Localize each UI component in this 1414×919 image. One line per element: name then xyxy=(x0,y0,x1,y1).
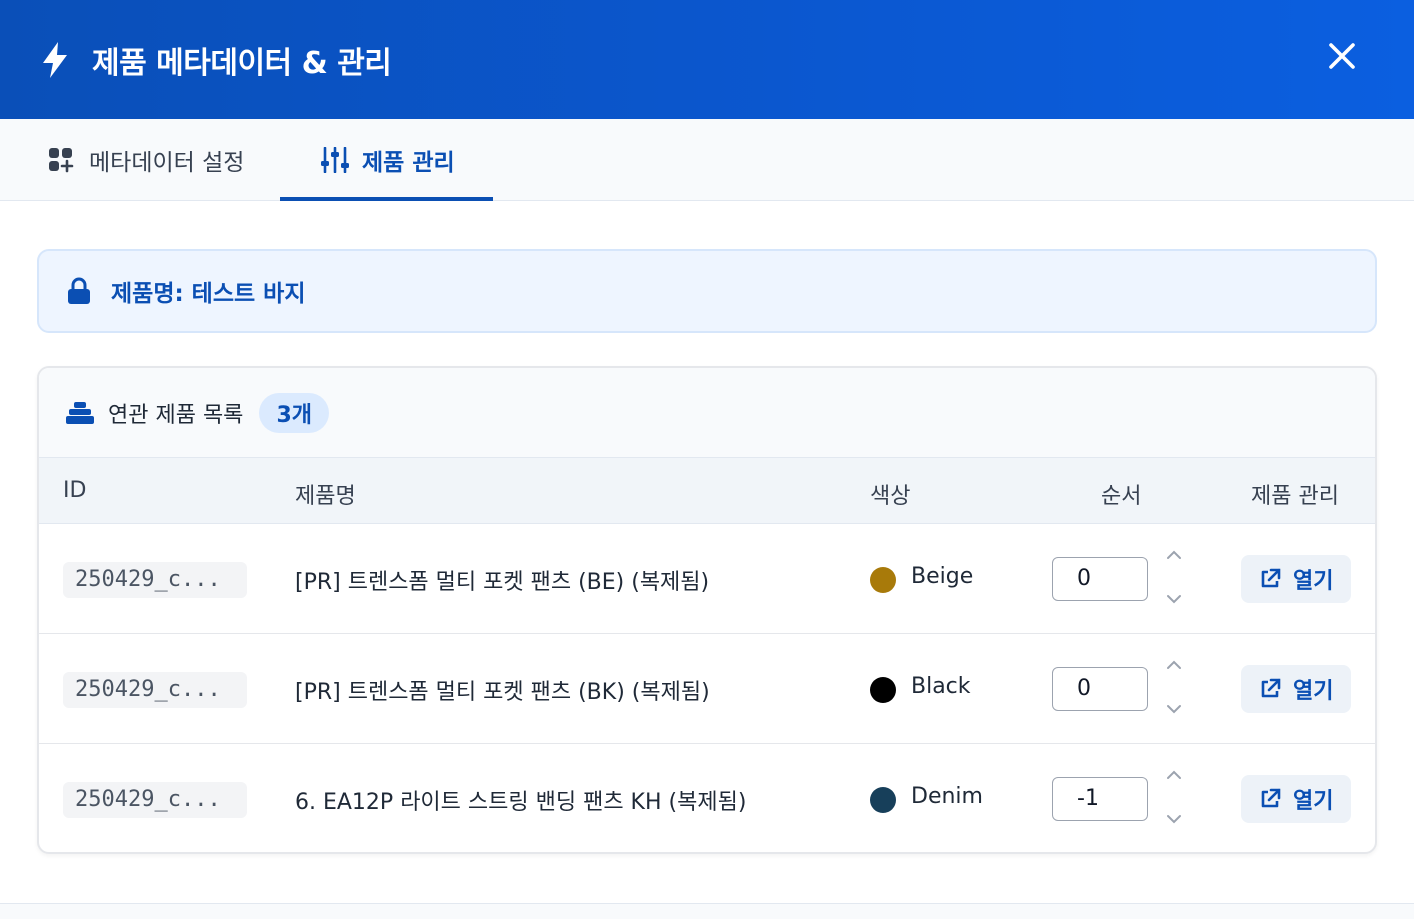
product-name: [PR] 트렌스폼 멀티 포켓 팬츠 (BK) (복제됨) xyxy=(295,680,710,705)
modal-title: 제품 메타데이터 & 관리 xyxy=(92,45,392,81)
product-name: 6. EA12P 라이트 스트링 밴딩 팬츠 KH (복제됨) xyxy=(295,790,747,815)
bolt-icon xyxy=(40,40,74,80)
count-badge: 3개 xyxy=(259,392,329,433)
lock-icon xyxy=(67,276,93,306)
column-header-actions: 제품 관리 xyxy=(1251,484,1339,509)
modal-header: 제품 메타데이터 & 관리 xyxy=(0,0,1414,119)
product-id: 250429_c... xyxy=(63,782,247,818)
table-header: ID 제품명 색상 순서 제품 관리 xyxy=(39,457,1375,524)
color-swatch xyxy=(870,677,896,703)
chevron-up-icon[interactable] xyxy=(1163,764,1185,786)
column-header-id: ID xyxy=(63,478,87,503)
chevron-down-icon[interactable] xyxy=(1163,698,1185,720)
order-input[interactable]: 0 xyxy=(1052,667,1148,711)
related-products-card: 연관 제품 목록 3개 ID 제품명 색상 순서 제품 관리 250429_c.… xyxy=(37,366,1377,854)
product-name-label: 제품명: 테스트 바지 xyxy=(111,281,306,307)
column-header-order: 순서 xyxy=(1101,484,1142,509)
tab-label: 메타데이터 설정 xyxy=(89,150,245,176)
tab-bar: 메타데이터 설정 제품 관리 xyxy=(0,119,1414,201)
external-link-icon xyxy=(1259,678,1281,700)
product-name: [PR] 트렌스폼 멀티 포켓 팬츠 (BE) (복제됨) xyxy=(295,570,710,595)
open-button[interactable]: 열기 xyxy=(1241,555,1351,603)
table-row: 250429_c... 6. EA12P 라이트 스트링 밴딩 팬츠 KH (복… xyxy=(39,744,1375,852)
close-icon[interactable] xyxy=(1322,36,1362,76)
order-input[interactable]: 0 xyxy=(1052,557,1148,601)
color-swatch xyxy=(870,567,896,593)
product-id: 250429_c... xyxy=(63,562,247,598)
color-swatch xyxy=(870,787,896,813)
color-name: Beige xyxy=(911,564,974,589)
product-info-banner: 제품명: 테스트 바지 xyxy=(37,249,1377,333)
open-button-label: 열기 xyxy=(1293,789,1334,814)
chevron-down-icon[interactable] xyxy=(1163,808,1185,830)
tab-metadata-settings[interactable]: 메타데이터 설정 xyxy=(48,119,244,201)
chevron-up-icon[interactable] xyxy=(1163,544,1185,566)
modal-footer-divider xyxy=(0,903,1414,919)
related-products-header: 연관 제품 목록 3개 xyxy=(39,368,1375,457)
chevron-up-icon[interactable] xyxy=(1163,654,1185,676)
open-button[interactable]: 열기 xyxy=(1241,775,1351,823)
table-row: 250429_c... [PR] 트렌스폼 멀티 포켓 팬츠 (BE) (복제됨… xyxy=(39,524,1375,634)
color-name: Black xyxy=(911,674,971,699)
order-input[interactable]: -1 xyxy=(1052,777,1148,821)
column-header-color: 색상 xyxy=(870,484,911,509)
product-id: 250429_c... xyxy=(63,672,247,708)
column-header-name: 제품명 xyxy=(295,484,356,509)
tab-label: 제품 관리 xyxy=(362,150,455,176)
chevron-down-icon[interactable] xyxy=(1163,588,1185,610)
grid-plus-icon xyxy=(48,146,76,174)
color-name: Denim xyxy=(911,784,983,809)
open-button[interactable]: 열기 xyxy=(1241,665,1351,713)
open-button-label: 열기 xyxy=(1293,679,1334,704)
stack-icon xyxy=(66,400,94,426)
external-link-icon xyxy=(1259,568,1281,590)
table-row: 250429_c... [PR] 트렌스폼 멀티 포켓 팬츠 (BK) (복제됨… xyxy=(39,634,1375,744)
related-products-title: 연관 제품 목록 xyxy=(108,402,244,428)
tab-product-management[interactable]: 제품 관리 xyxy=(280,119,493,201)
external-link-icon xyxy=(1259,788,1281,810)
open-button-label: 열기 xyxy=(1293,569,1334,594)
sliders-icon xyxy=(321,146,349,174)
